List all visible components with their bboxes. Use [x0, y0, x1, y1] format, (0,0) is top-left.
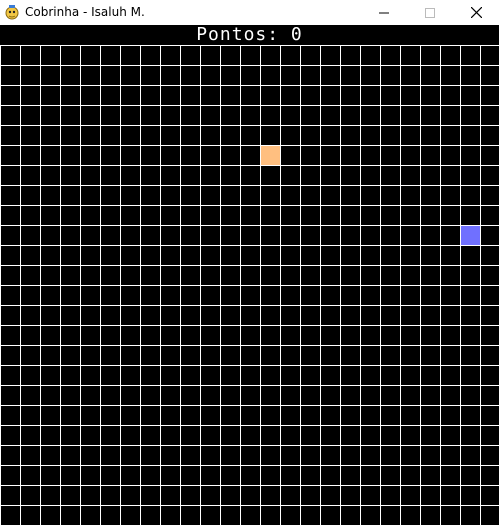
minimize-icon	[379, 12, 389, 13]
maximize-icon	[425, 7, 435, 18]
window-title: Cobrinha - Isaluh M.	[25, 5, 145, 19]
game-window: Cobrinha - Isaluh M. Pontos: 0	[0, 0, 499, 525]
close-icon	[470, 7, 482, 18]
game-canvas[interactable]: Pontos: 0	[0, 25, 499, 525]
pygame-snake-icon	[5, 5, 19, 20]
minimize-button[interactable]	[361, 0, 407, 25]
maximize-button[interactable]	[407, 0, 453, 25]
title-bar[interactable]: Cobrinha - Isaluh M.	[0, 0, 499, 25]
snake-head	[461, 226, 480, 245]
close-button[interactable]	[453, 0, 499, 25]
game-board[interactable]	[0, 45, 499, 525]
score-label: Pontos: 0	[196, 24, 303, 45]
food-tile	[261, 146, 280, 165]
